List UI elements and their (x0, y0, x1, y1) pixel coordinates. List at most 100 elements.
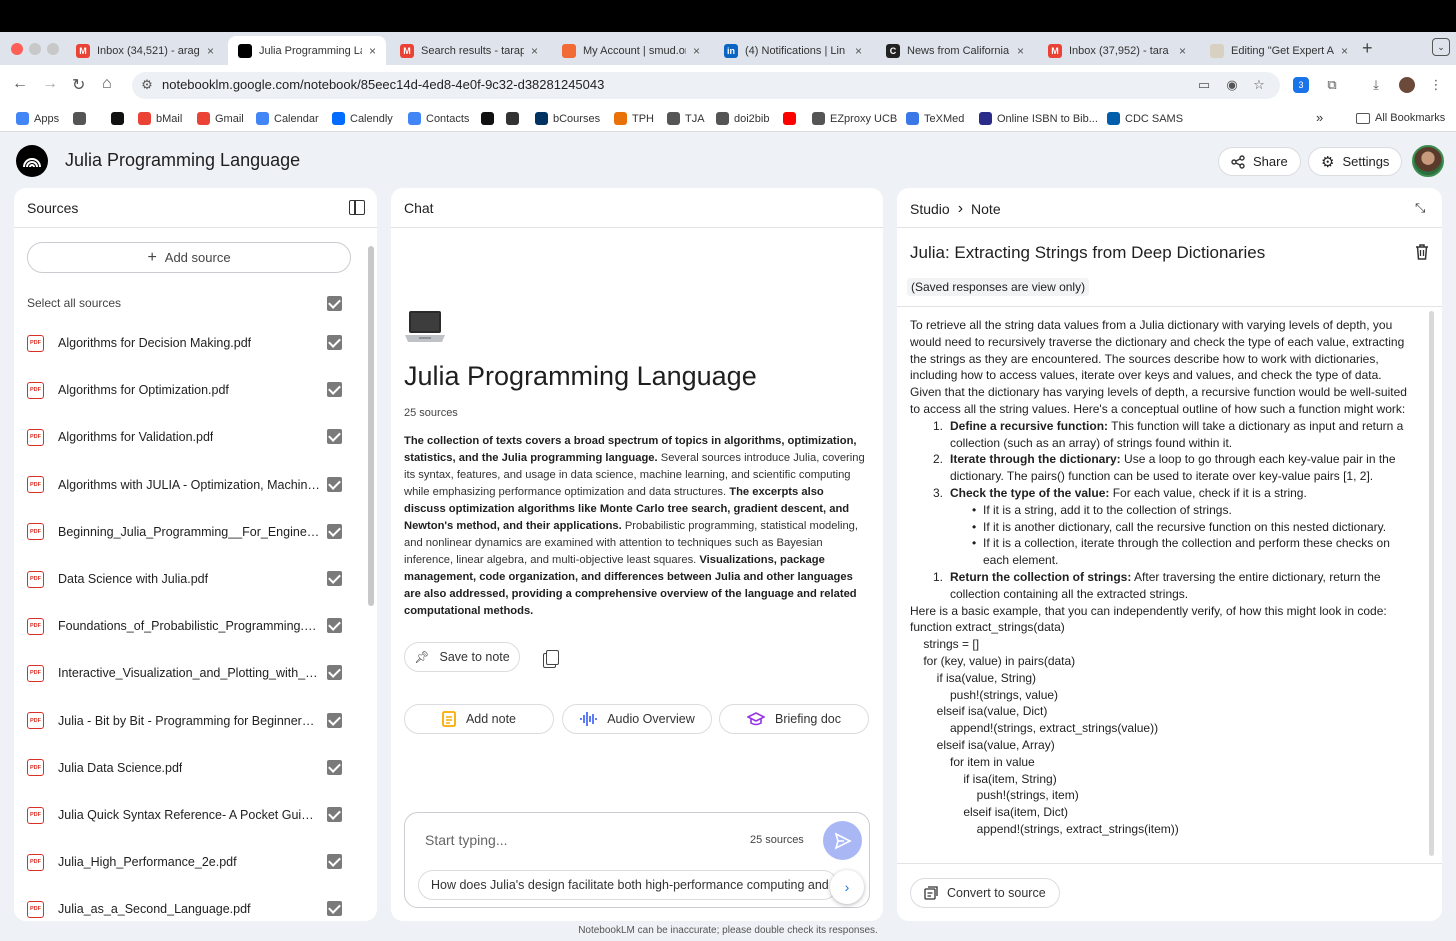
next-suggestion-button[interactable]: › (830, 870, 864, 904)
close-tab-icon[interactable]: × (855, 44, 862, 58)
browser-menu-icon[interactable]: ⋮ (1428, 77, 1444, 93)
bookmark-item[interactable]: TJA (667, 112, 705, 125)
bookmark-item[interactable]: Apps (16, 112, 59, 125)
source-item[interactable]: PDF Foundations_of_Probabilistic_Programm… (27, 614, 337, 638)
source-item[interactable]: PDF Julia Quick Syntax Reference- A Pocke… (27, 803, 337, 827)
close-tab-icon[interactable]: × (1179, 44, 1186, 58)
select-all-checkbox[interactable] (327, 296, 342, 311)
source-checkbox[interactable] (327, 429, 342, 445)
bookmark-item[interactable]: TeXMed (906, 112, 964, 125)
bookmark-item[interactable]: doi2bib (716, 112, 769, 125)
close-tab-icon[interactable]: × (1341, 44, 1348, 58)
save-to-note-button[interactable]: 📌︎ Save to note (404, 642, 520, 672)
browser-tab[interactable]: M Inbox (37,952) - tara × (1038, 36, 1196, 65)
source-item[interactable]: PDF Julia_High_Performance_2e.pdf (27, 850, 337, 874)
add-source-button[interactable]: + Add source (27, 242, 351, 273)
source-checkbox[interactable] (327, 571, 342, 586)
close-tab-icon[interactable]: × (531, 44, 538, 58)
bookmark-item[interactable]: EZproxy UCB (812, 112, 897, 125)
browser-tab[interactable]: Editing "Get Expert A × (1200, 36, 1358, 65)
source-item[interactable]: PDF Interactive_Visualization_and_Plottin… (27, 661, 337, 685)
add-note-button[interactable]: Add note (404, 704, 554, 734)
browser-tab[interactable]: M Search results - tarap × (390, 36, 548, 65)
browser-tab[interactable]: My Account | smud.or × (552, 36, 710, 65)
source-checkbox[interactable] (327, 476, 342, 492)
suggested-question[interactable]: How does Julia's design facilitate both … (418, 870, 838, 900)
bookmark-item[interactable]: TPH (614, 112, 654, 125)
note-body[interactable]: To retrieve all the string data values f… (897, 306, 1442, 864)
bookmark-item[interactable]: Contacts (408, 112, 469, 125)
source-checkbox[interactable] (327, 618, 342, 634)
source-checkbox[interactable] (327, 335, 342, 350)
bookmark-item[interactable]: Gmail (197, 112, 244, 125)
bookmark-item[interactable]: CDC SAMS (1107, 112, 1183, 125)
trash-icon[interactable] (1415, 244, 1429, 265)
close-tab-icon[interactable]: × (207, 44, 214, 58)
extension-badge-icon[interactable]: 3 (1293, 77, 1309, 93)
share-button[interactable]: Share (1218, 147, 1301, 176)
convert-to-source-button[interactable]: Convert to source (910, 878, 1060, 908)
chat-input-box[interactable]: Start typing... 25 sources How does Juli… (404, 812, 870, 908)
install-app-icon[interactable]: ▭ (1196, 77, 1212, 93)
source-item[interactable]: PDF Algorithms for Optimization.pdf (27, 378, 337, 402)
copy-icon[interactable] (546, 650, 559, 665)
bookmark-item[interactable]: bCourses (535, 112, 600, 125)
source-item[interactable]: PDF Beginning_Julia_Programming__For_Engi… (27, 520, 337, 544)
close-window-button[interactable] (11, 43, 23, 55)
source-item[interactable]: PDF Julia Data Science.pdf (27, 756, 337, 780)
source-item[interactable]: PDF Algorithms with JULIA - Optimization,… (27, 473, 337, 497)
note-scrollbar[interactable] (1429, 311, 1434, 856)
download-icon[interactable]: ⤓ (1368, 77, 1384, 93)
browser-tab[interactable]: Julia Programming La × (228, 36, 386, 65)
user-avatar[interactable] (1412, 145, 1444, 177)
browser-tab[interactable]: in (4) Notifications | Lin × (714, 36, 872, 65)
tab-search-icon[interactable]: ⌄ (1432, 38, 1450, 56)
source-item[interactable]: PDF Data Science with Julia.pdf (27, 567, 337, 591)
chat-input-placeholder[interactable]: Start typing... (425, 832, 507, 848)
extensions-puzzle-icon[interactable]: ⧉ (1324, 77, 1340, 93)
browser-tab[interactable]: M Inbox (34,521) - arag × (66, 36, 224, 65)
collapse-arrows-icon[interactable]: ⤡ (1415, 200, 1425, 216)
close-tab-icon[interactable]: × (369, 44, 376, 58)
bookmark-star-icon[interactable]: ☆ (1251, 77, 1267, 93)
source-item[interactable]: PDF Algorithms for Validation.pdf (27, 425, 337, 449)
all-bookmarks-button[interactable]: All Bookmarks (1356, 112, 1445, 124)
source-checkbox[interactable] (327, 759, 342, 775)
bookmark-item[interactable] (481, 112, 494, 125)
send-button[interactable] (823, 821, 862, 860)
sources-scrollbar[interactable] (368, 246, 374, 606)
more-bookmarks-button[interactable]: » (1316, 110, 1323, 125)
briefing-doc-button[interactable]: Briefing doc (719, 704, 869, 734)
minimize-window-button[interactable] (29, 43, 41, 55)
profile-avatar-small[interactable] (1399, 77, 1415, 93)
collapse-panel-icon[interactable] (349, 200, 365, 215)
source-checkbox[interactable] (327, 382, 342, 398)
source-checkbox[interactable] (327, 807, 342, 822)
settings-button[interactable]: ⚙ Settings (1308, 147, 1403, 176)
bookmark-item[interactable] (506, 112, 519, 125)
maximize-window-button[interactable] (47, 43, 59, 55)
source-checkbox[interactable] (327, 523, 342, 539)
bookmark-item[interactable] (783, 112, 796, 125)
source-checkbox[interactable] (327, 854, 342, 870)
breadcrumb-studio[interactable]: Studio (910, 201, 950, 217)
source-checkbox[interactable] (327, 712, 342, 728)
close-tab-icon[interactable]: × (693, 44, 700, 58)
close-tab-icon[interactable]: × (1017, 44, 1024, 58)
bookmark-item[interactable]: Calendar (256, 112, 319, 125)
notebooklm-logo-icon[interactable] (16, 145, 48, 177)
bookmark-item[interactable] (111, 112, 124, 125)
bookmark-item[interactable] (73, 112, 86, 125)
new-tab-button[interactable]: + (1362, 38, 1373, 59)
hidden-eye-icon[interactable]: ◉ (1224, 77, 1240, 93)
browser-tab[interactable]: C News from California × (876, 36, 1034, 65)
audio-overview-button[interactable]: Audio Overview (562, 704, 712, 734)
source-item[interactable]: PDF Julia_as_a_Second_Language.pdf (27, 897, 337, 921)
source-checkbox[interactable] (327, 901, 342, 917)
source-checkbox[interactable] (327, 665, 342, 681)
forward-icon[interactable]: → (42, 75, 58, 93)
bookmark-item[interactable]: bMail (138, 112, 182, 125)
back-icon[interactable]: ← (12, 75, 28, 93)
source-item[interactable]: PDF Algorithms for Decision Making.pdf (27, 331, 337, 355)
notebook-title[interactable]: Julia Programming Language (65, 150, 300, 171)
